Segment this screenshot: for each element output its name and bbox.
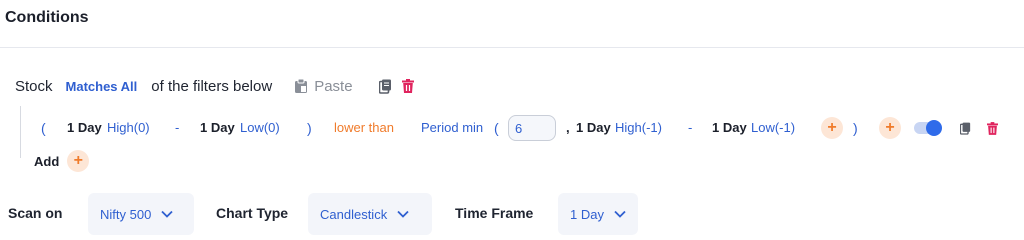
time-frame-value: 1 Day — [570, 206, 604, 222]
copy-icon[interactable] — [960, 122, 971, 135]
trash-icon[interactable] — [401, 79, 414, 93]
chevron-down-icon — [614, 210, 626, 218]
page-title: Conditions — [5, 9, 89, 26]
period-input[interactable] — [508, 115, 556, 141]
timeframe-token[interactable]: 1 Day — [576, 118, 611, 138]
stock-label: Stock — [15, 77, 53, 95]
timeframe-token[interactable]: 1 Day — [200, 118, 235, 138]
add-label: Add — [34, 153, 60, 169]
paste-button[interactable]: Paste — [294, 77, 353, 95]
chevron-down-icon — [161, 210, 173, 218]
timeframe-token[interactable]: 1 Day — [67, 118, 102, 138]
enable-toggle[interactable] — [914, 120, 942, 136]
matches-all-dropdown[interactable]: Matches All — [66, 79, 138, 94]
close-paren[interactable]: ) — [307, 118, 312, 138]
toggle-knob — [926, 120, 942, 136]
time-frame-label: Time Frame — [455, 205, 534, 221]
field-token[interactable]: High(0) — [107, 118, 150, 138]
filter-group-line — [20, 106, 21, 158]
scan-on-select[interactable]: Nifty 500 — [88, 193, 194, 235]
add-token-button[interactable]: + — [879, 117, 901, 139]
timeframe-token[interactable]: 1 Day — [712, 118, 747, 138]
operator-minus[interactable]: - — [175, 118, 179, 138]
open-paren[interactable]: ( — [41, 118, 46, 138]
chevron-down-icon — [397, 210, 409, 218]
chart-type-value: Candlestick — [320, 206, 388, 222]
conditions-header: Conditions — [0, 0, 1024, 48]
close-paren[interactable]: ) — [853, 118, 858, 138]
paste-label: Paste — [314, 77, 353, 95]
operator-minus[interactable]: - — [688, 118, 692, 138]
function-token[interactable]: Period min — [421, 118, 483, 138]
stock-filter-row: Stock Matches All of the filters below P… — [15, 76, 414, 96]
filters-suffix-label: of the filters below — [151, 77, 273, 95]
trash-icon[interactable] — [987, 122, 998, 135]
copy-icon[interactable] — [378, 79, 392, 94]
add-filter-button[interactable]: + — [67, 150, 90, 172]
add-token-button[interactable]: + — [821, 117, 843, 139]
comparison-operator[interactable]: lower than — [334, 118, 394, 138]
clipboard-icon — [294, 78, 308, 94]
field-token[interactable]: High(-1) — [615, 118, 662, 138]
add-filter-row: Add + — [34, 150, 90, 172]
field-token[interactable]: Low(-1) — [751, 118, 795, 138]
comma-separator: , — [566, 120, 570, 135]
scan-on-value: Nifty 500 — [100, 206, 152, 222]
time-frame-select[interactable]: 1 Day — [558, 193, 638, 235]
scan-on-label: Scan on — [8, 205, 63, 221]
open-paren: ( — [494, 120, 499, 136]
field-token[interactable]: Low(0) — [240, 118, 280, 138]
chart-type-label: Chart Type — [216, 205, 289, 221]
chart-type-select[interactable]: Candlestick — [308, 193, 432, 235]
